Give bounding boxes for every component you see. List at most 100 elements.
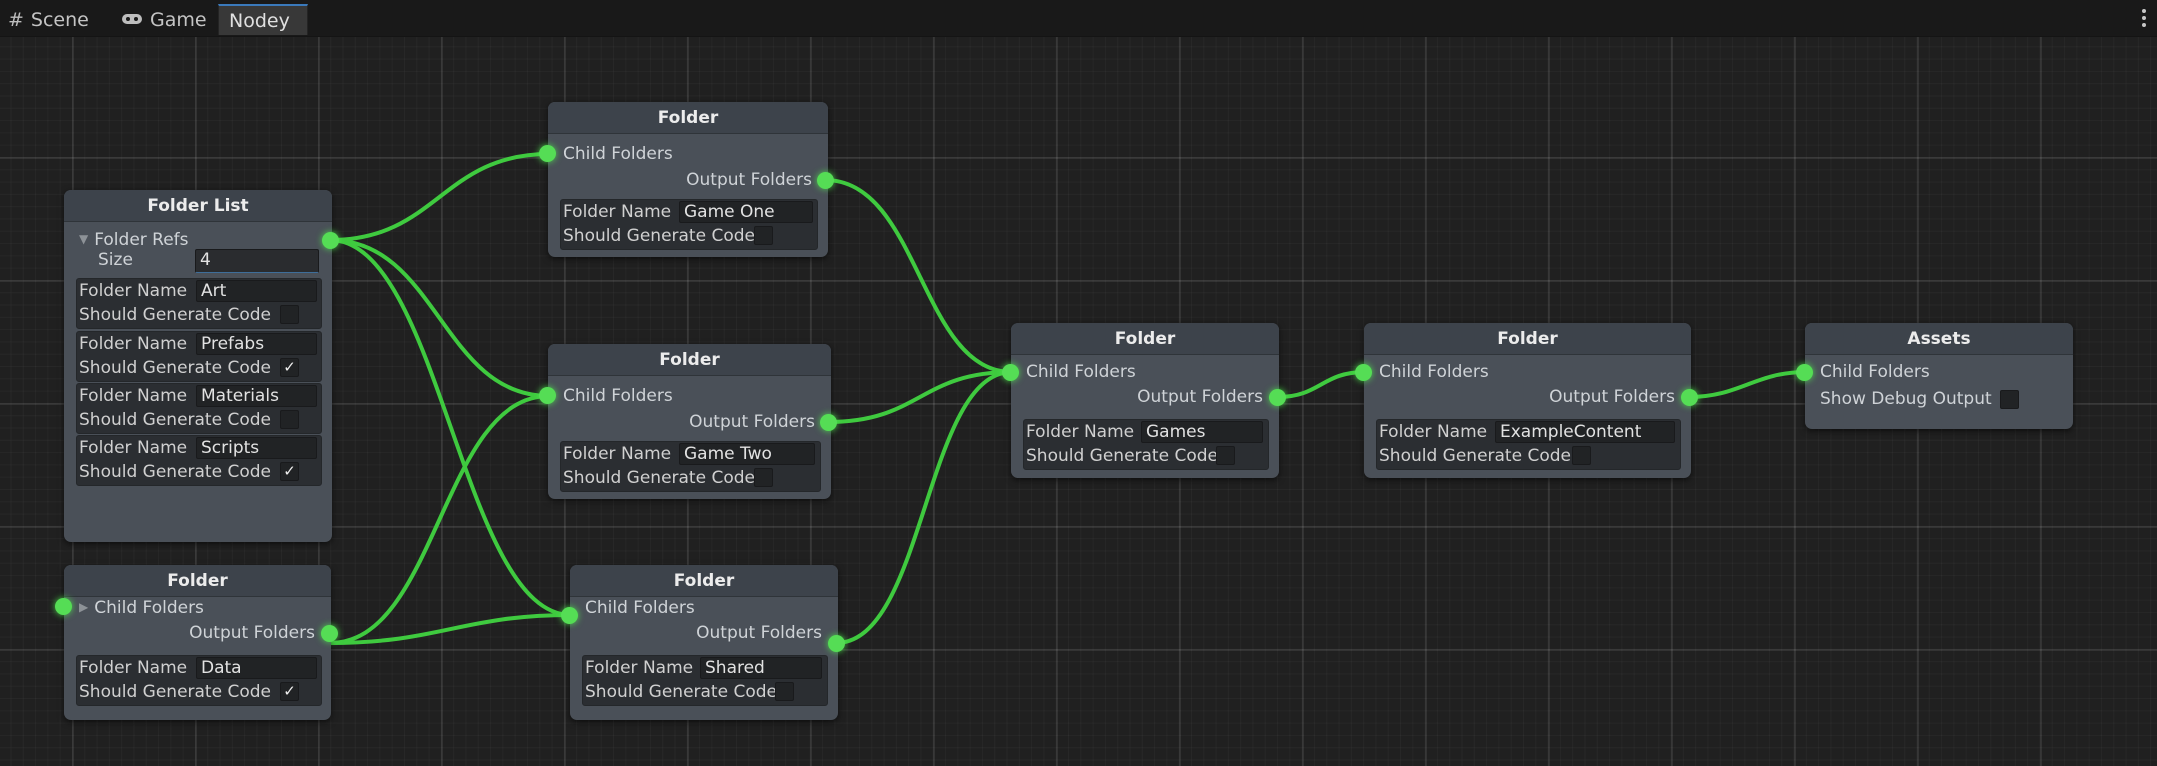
- output-folders-label: Output Folders: [1137, 387, 1263, 407]
- folder-ref-item: Folder Name Materials Should Generate Co…: [76, 383, 322, 434]
- node-title: Folder List: [64, 190, 332, 222]
- connection-wire: [826, 370, 1014, 424]
- folder-name-input[interactable]: Scripts: [196, 437, 317, 459]
- grid-icon: #: [8, 8, 24, 31]
- generate-code-checkbox[interactable]: ✓: [280, 682, 299, 701]
- output-port[interactable]: [820, 414, 837, 431]
- output-folders-label: Output Folders: [689, 412, 815, 432]
- folder-name-input[interactable]: Games: [1141, 421, 1263, 443]
- folder-list-node[interactable]: Folder List ▼ Folder Refs Size 4 Folder N…: [64, 190, 339, 542]
- generate-code-checkbox[interactable]: [775, 682, 794, 701]
- connection-wire: [328, 238, 551, 398]
- folder-name-label: Folder Name: [79, 658, 188, 678]
- generate-code-checkbox[interactable]: [1216, 446, 1235, 465]
- folder-ref-item: Folder Name Prefabs Should Generate Code…: [76, 331, 322, 382]
- output-port[interactable]: [828, 635, 845, 652]
- folder-name-label: Folder Name: [79, 281, 188, 301]
- folder-ref-item: Folder Name Art Should Generate Code: [76, 278, 322, 329]
- input-port[interactable]: [539, 387, 556, 404]
- generate-code-checkbox[interactable]: [754, 226, 773, 245]
- tab-label: Game: [150, 8, 207, 31]
- folder-refs-foldout[interactable]: ▼ Folder Refs: [79, 230, 189, 250]
- output-folders-label: Output Folders: [189, 623, 315, 643]
- tab-scene[interactable]: # Scene: [0, 4, 113, 35]
- folder-fields: Folder Name Game One Should Generate Cod…: [560, 199, 818, 250]
- folder-name-label: Folder Name: [563, 444, 672, 464]
- input-port[interactable]: [539, 145, 556, 162]
- output-folders-label: Output Folders: [696, 623, 822, 643]
- size-label: Size: [98, 250, 133, 270]
- show-debug-output-checkbox[interactable]: [2000, 390, 2019, 409]
- child-folders-label: Child Folders: [1026, 362, 1136, 382]
- folder-name-input[interactable]: Game One: [679, 201, 813, 223]
- input-port[interactable]: [55, 598, 72, 615]
- tab-game[interactable]: Game: [113, 4, 216, 35]
- show-debug-output-label: Show Debug Output: [1820, 389, 1992, 409]
- generate-code-checkbox[interactable]: [754, 468, 773, 487]
- folder-node-game-one[interactable]: Folder Child Folders Output Folders Fold…: [539, 102, 834, 257]
- generate-code-checkbox[interactable]: [280, 305, 299, 324]
- tab-bar: # Scene Game Nodey: [0, 0, 2157, 37]
- folder-fields: Folder Name ExampleContent Should Genera…: [1376, 419, 1681, 470]
- folder-name-label: Folder Name: [79, 334, 188, 354]
- more-options-icon[interactable]: [2137, 6, 2151, 30]
- generate-code-label: Should Generate Code: [563, 226, 755, 246]
- output-folders-label: Output Folders: [1549, 387, 1675, 407]
- node-title: Folder: [1364, 323, 1691, 355]
- folder-node-game-two[interactable]: Folder Child Folders Output Folders Fold…: [539, 344, 837, 499]
- generate-code-checkbox[interactable]: [280, 410, 299, 429]
- generate-code-label: Should Generate Code: [585, 682, 777, 702]
- generate-code-label: Should Generate Code: [1379, 446, 1571, 466]
- output-folders-label: Output Folders: [686, 170, 812, 190]
- generate-code-label: Should Generate Code: [79, 358, 271, 378]
- child-folders-label: Child Folders: [563, 144, 673, 164]
- node-title: Folder: [64, 565, 331, 597]
- folder-name-input[interactable]: Game Two: [679, 443, 815, 465]
- folder-name-label: Folder Name: [563, 202, 672, 222]
- generate-code-checkbox[interactable]: [1572, 446, 1591, 465]
- node-title: Folder: [548, 344, 831, 376]
- folder-name-label: Folder Name: [79, 438, 188, 458]
- output-port[interactable]: [322, 232, 339, 249]
- node-title: Assets: [1805, 323, 2073, 355]
- generate-code-label: Should Generate Code: [79, 682, 271, 702]
- generate-code-checkbox[interactable]: ✓: [280, 358, 299, 377]
- output-port[interactable]: [817, 172, 834, 189]
- output-port[interactable]: [1681, 389, 1698, 406]
- child-folders-foldout[interactable]: ▶ Child Folders: [79, 598, 204, 618]
- connection-wire: [328, 238, 573, 617]
- child-folders-label: Child Folders: [585, 598, 695, 618]
- folder-fields: Folder Name Game Two Should Generate Cod…: [560, 441, 821, 492]
- input-port[interactable]: [1796, 364, 1813, 381]
- size-input[interactable]: 4: [195, 249, 319, 273]
- folder-node-shared[interactable]: Folder Child Folders Output Folders Fold…: [561, 565, 845, 720]
- tab-nodey[interactable]: Nodey: [218, 4, 308, 35]
- triangle-right-icon: ▶: [79, 600, 89, 614]
- folder-name-label: Folder Name: [1026, 422, 1135, 442]
- folder-name-input[interactable]: Data: [196, 657, 317, 679]
- folder-node-data[interactable]: Folder ▶ Child Folders Output Folders Fol…: [55, 565, 338, 720]
- input-port[interactable]: [561, 607, 578, 624]
- output-port[interactable]: [321, 625, 338, 642]
- folder-node-games[interactable]: Folder Child Folders Output Folders Fold…: [1002, 323, 1286, 478]
- folder-name-input[interactable]: Prefabs: [196, 333, 317, 355]
- assets-node[interactable]: Assets Child Folders Show Debug Output: [1796, 323, 2073, 429]
- generate-code-label: Should Generate Code: [79, 305, 271, 325]
- connection-wire: [823, 178, 1014, 374]
- input-port[interactable]: [1355, 364, 1372, 381]
- folder-name-input[interactable]: Art: [196, 280, 317, 302]
- folder-node-example-content[interactable]: Folder Child Folders Output Folders Fold…: [1355, 323, 1698, 478]
- node-title: Folder: [548, 102, 828, 134]
- connection-wire: [328, 152, 551, 242]
- folder-ref-item: Folder Name Scripts Should Generate Code…: [76, 435, 322, 486]
- connection-wire: [328, 613, 573, 645]
- node-title: Folder: [570, 565, 838, 597]
- folder-name-input[interactable]: Shared: [700, 657, 822, 679]
- node-graph-canvas[interactable]: Folder List ▼ Folder Refs Size 4 Folder N…: [0, 37, 2157, 766]
- triangle-down-icon: ▼: [79, 232, 89, 246]
- output-port[interactable]: [1269, 389, 1286, 406]
- folder-name-input[interactable]: Materials: [196, 385, 317, 407]
- folder-name-input[interactable]: ExampleContent: [1495, 421, 1675, 443]
- input-port[interactable]: [1002, 364, 1019, 381]
- generate-code-checkbox[interactable]: ✓: [280, 462, 299, 481]
